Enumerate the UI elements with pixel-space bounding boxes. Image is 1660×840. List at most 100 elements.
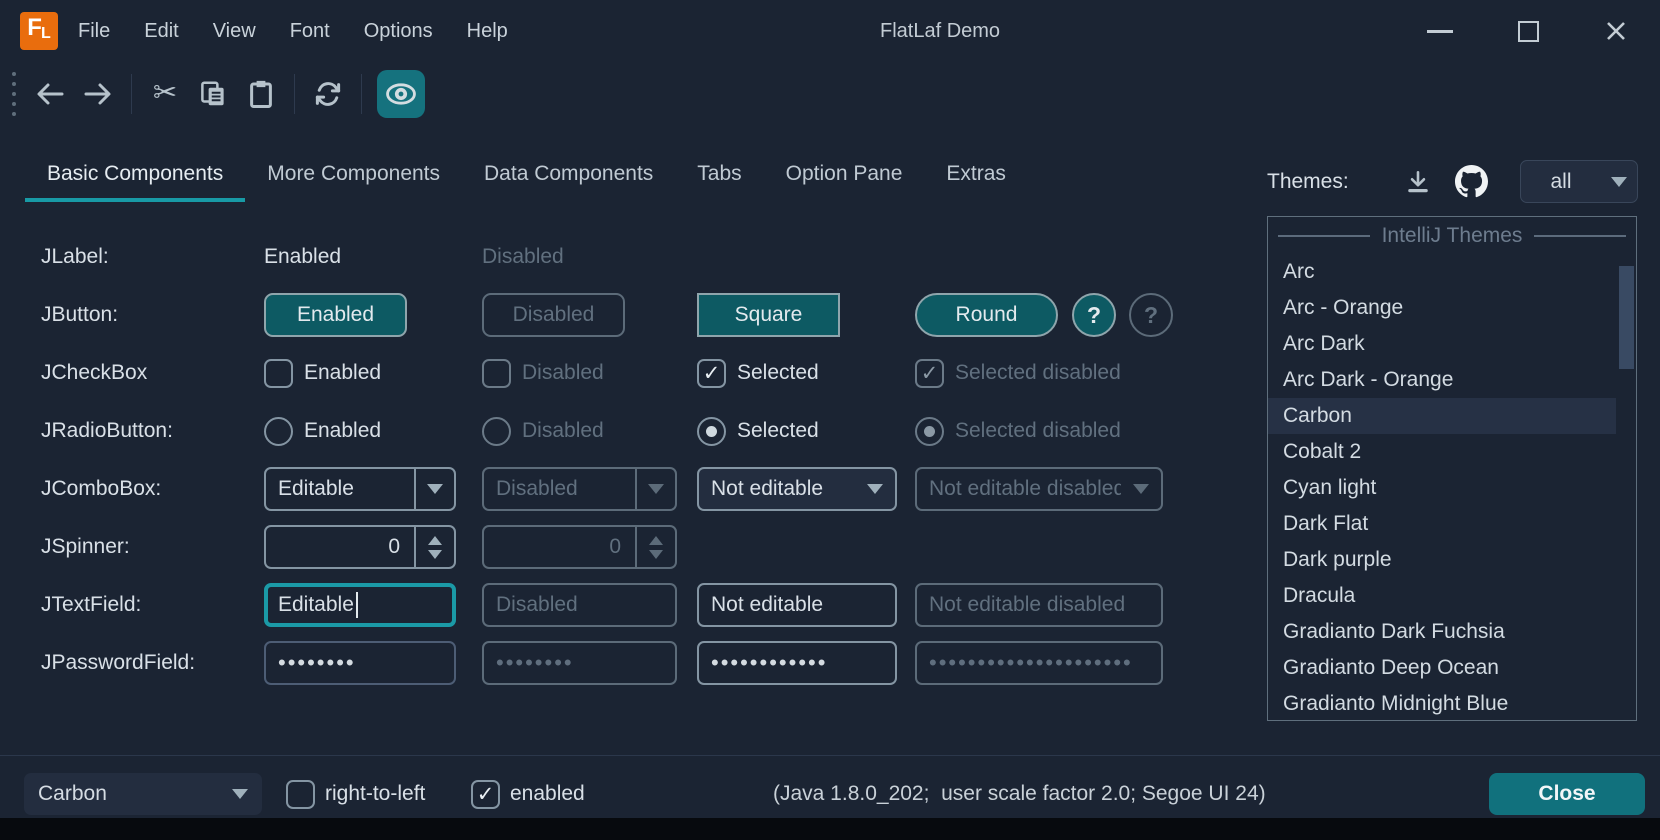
combobox-not-editable[interactable]: Not editable: [697, 467, 897, 511]
theme-item-gradianto-deep-ocean[interactable]: Gradianto Deep Ocean: [1268, 650, 1616, 686]
themes-filter-combobox[interactable]: all: [1520, 160, 1638, 203]
maximize-button[interactable]: [1484, 0, 1572, 62]
enabled-checkbox[interactable]: ✓ enabled: [471, 773, 585, 815]
theme-item-dark-purple[interactable]: Dark purple: [1268, 542, 1616, 578]
theme-item-arc-dark[interactable]: Arc Dark: [1268, 326, 1616, 362]
theme-item-cyan-light[interactable]: Cyan light: [1268, 470, 1616, 506]
password-dots: •••••••••••••••••••••: [929, 650, 1133, 676]
radio-selected[interactable]: Selected: [697, 417, 819, 446]
checkbox-enabled[interactable]: Enabled: [264, 359, 381, 388]
theme-item-gradianto-midnight-blue[interactable]: Gradianto Midnight Blue: [1268, 686, 1616, 722]
cut-scissors-icon: ✂: [153, 79, 177, 108]
menu-help[interactable]: Help: [450, 20, 525, 43]
round-button[interactable]: Round: [915, 293, 1058, 337]
spinner-enabled[interactable]: 0: [264, 525, 456, 569]
jlabel-row-label: JLabel:: [41, 245, 264, 269]
header-rule-left: [1278, 235, 1370, 237]
jtextfield-row-label: JTextField:: [41, 593, 264, 617]
theme-item-gradianto-dark-fuchsia[interactable]: Gradianto Dark Fuchsia: [1268, 614, 1616, 650]
enabled-button[interactable]: Enabled: [264, 293, 407, 337]
theme-item-arc-orange[interactable]: Arc - Orange: [1268, 290, 1616, 326]
github-button[interactable]: [1455, 165, 1488, 198]
jspinner-row-label: JSpinner:: [41, 535, 264, 559]
refresh-button[interactable]: [304, 70, 352, 118]
checkbox-label: Selected disabled: [955, 361, 1121, 385]
checkbox-checked-icon: ✓: [697, 359, 726, 388]
chevron-down-icon: [648, 484, 664, 494]
close-window-button[interactable]: [1572, 0, 1660, 62]
checkbox-label: Disabled: [522, 361, 604, 385]
spinner-arrows[interactable]: [414, 527, 454, 567]
checkbox-checked-icon: ✓: [915, 359, 944, 388]
paste-clipboard-icon: [246, 79, 276, 109]
checkbox-unchecked-icon: [482, 359, 511, 388]
spinner-value[interactable]: 0: [266, 535, 414, 559]
passwordfield-not-editable-disabled: •••••••••••••••••••••: [915, 641, 1163, 685]
theme-item-arc[interactable]: Arc: [1268, 254, 1616, 290]
passwordfield-not-editable[interactable]: ••••••••••••: [697, 641, 897, 685]
combobox-not-editable-disabled: Not editable disabled: [915, 467, 1163, 511]
combobox-editable[interactable]: Editable: [264, 467, 456, 511]
themes-header: Themes: all: [1267, 160, 1638, 203]
menu-view[interactable]: View: [196, 20, 273, 43]
minimize-icon: [1427, 30, 1453, 33]
theme-item-dark-flat[interactable]: Dark Flat: [1268, 506, 1616, 542]
theme-item-cobalt-2[interactable]: Cobalt 2: [1268, 434, 1616, 470]
close-icon: [1604, 19, 1628, 43]
themes-scrollbar-thumb[interactable]: [1619, 266, 1634, 369]
checkbox-selected[interactable]: ✓ Selected: [697, 359, 819, 388]
flatlaf-demo-window: F L File Edit View Font Options Help Fla…: [0, 0, 1660, 840]
combobox-value: Not editable disabled: [917, 477, 1121, 501]
tab-data-components[interactable]: Data Components: [462, 150, 675, 202]
textfield-disabled: Disabled: [482, 583, 677, 627]
show-hover-toggle-button[interactable]: [377, 70, 425, 118]
menu-file[interactable]: File: [61, 20, 127, 43]
toolbar: ✂: [0, 62, 1660, 125]
menu-options[interactable]: Options: [347, 20, 450, 43]
tab-more-components[interactable]: More Components: [245, 150, 462, 202]
right-to-left-checkbox[interactable]: right-to-left: [286, 773, 425, 815]
spinner-up-icon[interactable]: [428, 536, 442, 545]
toolbar-separator: [294, 74, 295, 114]
close-button[interactable]: Close: [1489, 773, 1645, 815]
tab-extras[interactable]: Extras: [924, 150, 1028, 202]
chevron-down-icon: [427, 484, 443, 494]
tab-basic-components[interactable]: Basic Components: [25, 150, 245, 202]
tab-option-pane[interactable]: Option Pane: [764, 150, 925, 202]
textfield-editable-focused[interactable]: Editable: [264, 583, 456, 627]
cut-button[interactable]: ✂: [141, 70, 189, 118]
theme-item-arc-dark-orange[interactable]: Arc Dark - Orange: [1268, 362, 1616, 398]
jpasswordfield-row-label: JPasswordField:: [41, 651, 264, 675]
help-button[interactable]: ?: [1072, 293, 1116, 337]
square-button[interactable]: Square: [697, 293, 840, 337]
theme-item-carbon-selected[interactable]: Carbon: [1268, 398, 1616, 434]
download-icon: [1405, 169, 1431, 195]
minimize-button[interactable]: [1396, 0, 1484, 62]
download-themes-button[interactable]: [1405, 169, 1431, 195]
combobox-value: Not editable: [699, 477, 855, 501]
menu-font[interactable]: Font: [273, 20, 347, 43]
label-disabled: Disabled: [482, 245, 564, 269]
themes-group-header: IntelliJ Themes: [1268, 217, 1636, 254]
radio-unselected-icon: [482, 417, 511, 446]
jpasswordfield-row: JPasswordField: •••••••• •••••••• ••••••…: [41, 634, 1261, 692]
radio-enabled[interactable]: Enabled: [264, 417, 381, 446]
window-bottom-edge: [0, 818, 1660, 840]
textfield-value: Editable: [278, 593, 354, 617]
copy-button[interactable]: [189, 70, 237, 118]
theme-item-dracula[interactable]: Dracula: [1268, 578, 1616, 614]
paste-button[interactable]: [237, 70, 285, 118]
lookandfeel-combobox[interactable]: Carbon: [24, 773, 262, 815]
checkbox-unchecked-icon: [264, 359, 293, 388]
textfield-not-editable[interactable]: Not editable: [697, 583, 897, 627]
bottom-separator: [0, 755, 1660, 756]
toolbar-grip-handle[interactable]: [12, 72, 16, 116]
lookandfeel-value: Carbon: [24, 782, 218, 806]
spinner-down-icon[interactable]: [428, 550, 442, 559]
back-button[interactable]: [26, 70, 74, 118]
forward-button[interactable]: [74, 70, 122, 118]
passwordfield-enabled[interactable]: ••••••••: [264, 641, 456, 685]
menu-edit[interactable]: Edit: [127, 20, 195, 43]
bottom-bar: Carbon right-to-left ✓ enabled (Java 1.8…: [0, 773, 1660, 815]
tab-tabs[interactable]: Tabs: [675, 150, 763, 202]
